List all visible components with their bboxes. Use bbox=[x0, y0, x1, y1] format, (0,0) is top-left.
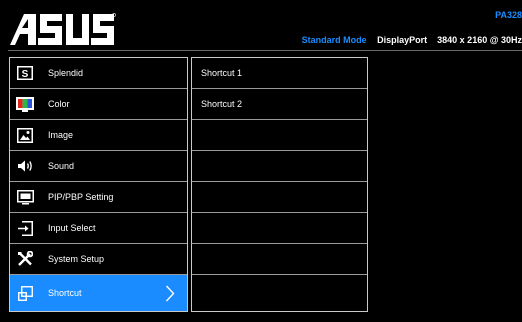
color-bars-icon bbox=[15, 94, 35, 114]
submenu-label: Shortcut 2 bbox=[201, 99, 243, 109]
menu-label: Sound bbox=[48, 161, 75, 171]
tools-icon bbox=[15, 249, 35, 269]
main-menu: S Splendid Color Image Sound PIP/PBP Set… bbox=[9, 57, 188, 312]
input-icon bbox=[15, 218, 35, 238]
menu-label: System Setup bbox=[48, 254, 105, 264]
shortcut-icon bbox=[15, 283, 35, 303]
submenu-label: Shortcut 1 bbox=[201, 68, 243, 78]
menu-item-system-setup[interactable]: System Setup bbox=[10, 244, 187, 275]
menu-item-image[interactable]: Image bbox=[10, 120, 187, 151]
submenu-item-empty bbox=[192, 244, 367, 275]
status-line: Standard Mode DisplayPort 3840 x 2160 @ … bbox=[302, 35, 522, 45]
menu-item-sound[interactable]: Sound bbox=[10, 151, 187, 182]
submenu-item-empty bbox=[192, 151, 367, 182]
menu-item-shortcut[interactable]: Shortcut bbox=[10, 275, 187, 311]
menu-label: Input Select bbox=[48, 223, 96, 233]
menu-label: Image bbox=[48, 130, 74, 140]
submenu-panel: Shortcut 1 Shortcut 2 bbox=[191, 57, 368, 312]
model-name: PA328 bbox=[495, 10, 522, 20]
menu-label: Color bbox=[48, 99, 70, 109]
pip-icon bbox=[15, 187, 35, 207]
submenu-item-empty bbox=[192, 120, 367, 151]
menu-item-pip-pbp[interactable]: PIP/PBP Setting bbox=[10, 182, 187, 213]
submenu-item-empty bbox=[192, 182, 367, 213]
svg-text:S: S bbox=[22, 69, 29, 80]
menu-item-splendid[interactable]: S Splendid bbox=[10, 58, 187, 89]
submenu-item-shortcut-1[interactable]: Shortcut 1 bbox=[192, 58, 367, 89]
resolution-readout: 3840 x 2160 @ 30Hz bbox=[437, 35, 522, 45]
mode-indicator: Standard Mode bbox=[301, 35, 367, 45]
menu-label: PIP/PBP Setting bbox=[48, 192, 114, 202]
image-icon bbox=[15, 125, 35, 145]
header-divider bbox=[8, 50, 522, 51]
menu-label: Splendid bbox=[48, 68, 84, 78]
asus-logo bbox=[10, 13, 116, 45]
submenu-item-empty bbox=[192, 275, 367, 311]
splendid-s-icon: S bbox=[15, 63, 35, 83]
menu-item-color[interactable]: Color bbox=[10, 89, 187, 120]
menu-label: Shortcut bbox=[48, 288, 82, 298]
chevron-right-icon bbox=[165, 285, 175, 302]
input-source: DisplayPort bbox=[377, 35, 428, 45]
submenu-item-empty bbox=[192, 213, 367, 244]
speaker-icon bbox=[15, 156, 35, 176]
osd-header: PA328 Standard Mode DisplayPort 3840 x 2… bbox=[0, 0, 522, 52]
menu-item-input-select[interactable]: Input Select bbox=[10, 213, 187, 244]
submenu-item-shortcut-2[interactable]: Shortcut 2 bbox=[192, 89, 367, 120]
